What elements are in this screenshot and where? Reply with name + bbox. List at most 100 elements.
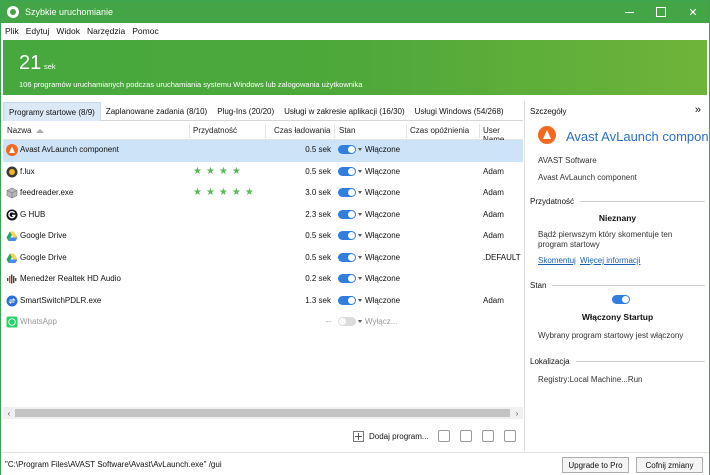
user-name: .DEFAULT [483,252,521,262]
table-row[interactable]: Google Drive 0.5 sek Włączone Adam [3,226,523,248]
menu-file[interactable]: Plik [5,26,19,36]
scroll-left-icon[interactable]: ‹ [3,407,15,419]
tab-windows-services[interactable]: Usługi Windows (54/268) [410,102,509,121]
column-state[interactable]: Stan [339,126,355,135]
state-note: Wybrany program startowy jest włączony [538,331,684,340]
delete-icon[interactable] [459,430,472,442]
column-load-time[interactable]: Czas ładowania [274,126,330,135]
chevron-down-icon[interactable] [358,255,362,259]
menu-view[interactable]: Widok [56,26,80,36]
search-online-icon[interactable] [503,430,516,442]
menu-edit[interactable]: Edytuj [26,26,50,36]
table-row[interactable]: Menedżer Realtek HD Audio 0.2 sek Włączone [3,269,523,291]
startup-toggle[interactable] [612,295,630,304]
state-label: Włączone [365,188,401,197]
chevron-down-icon[interactable] [358,212,362,216]
table-row[interactable]: feedreader.exe ★★★★★ 3.0 sek Włączone Adam [3,183,523,205]
state-toggle[interactable] [338,252,356,262]
edit-icon[interactable] [437,430,450,442]
command-path: "C:\Program Files\AVAST Software\Avast\A… [5,460,222,469]
state-toggle[interactable] [338,295,356,305]
bottom-toolbar: Dodaj program... [353,427,521,445]
state-value: Włączony Startup [581,312,654,322]
table-row[interactable]: WhatsApp -- Wyłącz... [3,312,523,334]
chevron-down-icon[interactable] [358,191,362,194]
app-logo-icon [7,6,19,18]
details-product: Avast AvLaunch component [538,173,637,182]
menu-help[interactable]: Pomoc [132,26,158,36]
state-toggle[interactable] [338,209,356,219]
add-program-icon[interactable] [353,430,364,442]
state-toggle[interactable] [338,166,356,176]
details-title: Avast AvLaunch compon... [566,129,710,144]
more-info-link[interactable]: Więcej informacji [580,256,640,265]
load-time: 1.3 sek [305,295,331,305]
flux-icon [6,166,18,178]
table-row[interactable]: f.lux ★★★★ 0.5 sek Włączone Adam [3,162,523,184]
details-header: Szczegóły [530,107,567,116]
column-name[interactable]: Nazwa [7,126,45,135]
load-time: 0.5 sek [305,145,331,154]
package-icon [6,187,18,199]
tab-app-services[interactable]: Usługi w zakresie aplikacji (16/30) [279,102,410,121]
tab-startup-programs[interactable]: Programy startowe (8/9) [3,102,101,121]
panel-divider[interactable] [524,101,525,451]
location-value: Registry:Local Machine...Run [538,375,643,384]
column-delay[interactable]: Czas opóźnienia [410,126,469,135]
menu-bar: Plik Edytuj Widok Narzędzia Pomoc [1,23,709,39]
state-toggle[interactable] [338,145,356,154]
table-row[interactable]: G HUB 2.3 sek Włączone Adam [3,205,523,227]
open-file-location-icon[interactable] [481,430,494,442]
table-row[interactable]: SmartSwitchPDLR.exe 1.3 sek Włączone Adam [3,291,523,313]
avast-icon [6,144,18,156]
chevron-down-icon[interactable] [358,169,362,173]
comment-link[interactable]: Skomentuj [538,256,576,265]
app-window: Szybkie uruchomianie ✕ Plik Edytuj Widok… [0,0,710,475]
state-toggle[interactable] [338,317,356,326]
state-toggle[interactable] [338,231,356,240]
add-program-button[interactable]: Dodaj program... [369,432,429,441]
upgrade-to-pro-button[interactable]: Upgrade to Pro [562,457,629,473]
state-toggle[interactable] [338,188,356,197]
ghub-icon [6,209,18,221]
scrollbar-thumb[interactable] [15,409,510,417]
chevron-down-icon[interactable] [358,234,362,237]
horizontal-scrollbar[interactable]: ‹ › [3,407,523,419]
chevron-down-icon[interactable] [358,320,362,323]
user-name: Adam [483,209,504,219]
tab-scheduled-tasks[interactable]: Zaplanowane zadania (8/10) [101,102,212,121]
state-cell: Włączone [338,166,400,176]
table-header: Nazwa Przydatność Czas ładowania Stan Cz… [3,122,523,144]
program-name: Menedżer Realtek HD Audio [20,274,121,283]
rating-stars: ★★★★★ [193,187,258,198]
program-name: feedreader.exe [20,188,74,197]
maximize-button[interactable] [645,1,677,23]
state-cell: Wyłącz... [338,317,397,326]
menu-tools[interactable]: Narzędzia [87,26,125,36]
table-row[interactable]: Google Drive 0.5 sek Włączone .DEFAULT [3,248,523,270]
table-row[interactable]: Avast AvLaunch component 0.5 sek Włączone [3,140,523,162]
startup-programs-list: Avast AvLaunch component 0.5 sek Włączone f… [3,140,523,334]
state-label: Włączone [365,231,401,240]
window-title: Szybkie uruchomianie [25,7,114,17]
expand-panel-icon[interactable]: » [695,104,701,116]
state-section-header: Stan [530,281,705,290]
tab-plugins[interactable]: Plug-Ins (20/20) [212,102,279,121]
minimize-button[interactable] [613,1,645,23]
column-rating[interactable]: Przydatność [193,126,237,135]
audio-icon [6,273,18,285]
chevron-down-icon[interactable] [358,277,362,280]
state-label: Włączone [365,145,401,154]
state-toggle[interactable] [338,274,356,283]
scroll-right-icon[interactable]: › [511,407,523,419]
program-name: Google Drive [20,231,67,240]
chevron-down-icon[interactable] [358,148,362,151]
state-cell: Włączone [338,295,400,305]
user-name: Adam [483,166,504,176]
tab-bar: Programy startowe (8/9) Zaplanowane zada… [3,102,523,121]
close-button[interactable]: ✕ [677,1,709,23]
undo-changes-button[interactable]: Cofnij zmiany [636,457,703,473]
chevron-down-icon[interactable] [358,298,362,302]
details-panel: Szczegóły » Avast AvLaunch compon... AVA… [526,101,710,451]
google-drive-icon [6,252,18,264]
